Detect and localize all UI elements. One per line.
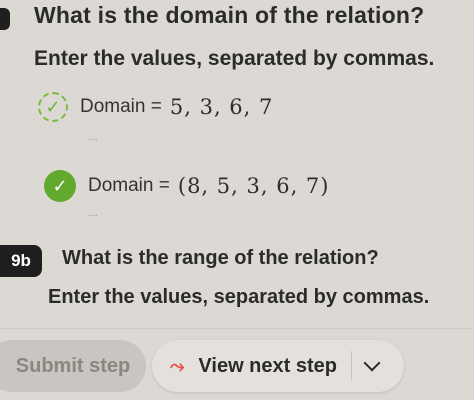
question-instruction: Enter the values, separated by commas. xyxy=(48,286,430,308)
more-options-icon[interactable]: … xyxy=(88,132,99,143)
answer-row-1: ✓ Domain = 5, 3, 6, 7 xyxy=(38,92,273,122)
answer-row-2: ✓ Domain = (8, 5, 3, 6, 7) xyxy=(38,170,329,202)
domain-value: (8, 5, 3, 6, 7) xyxy=(177,174,330,198)
question-instruction: Enter the values, separated by commas. xyxy=(34,47,435,70)
step-badge: 9b xyxy=(0,245,42,277)
view-next-step-button[interactable]: ⤳ View next step xyxy=(152,340,404,392)
domain-value: 5, 3, 6, 7 xyxy=(169,95,274,119)
more-options-icon[interactable]: … xyxy=(88,208,99,219)
submit-step-button[interactable]: Submit step xyxy=(0,340,146,392)
button-separator xyxy=(350,351,352,381)
question-title: What is the range of the relation? xyxy=(62,247,379,269)
step-marker xyxy=(0,8,10,30)
divider xyxy=(0,328,474,329)
view-next-step-label: View next step xyxy=(198,354,337,377)
question-title: What is the domain of the relation? xyxy=(34,2,425,28)
check-circle-icon: ✓ xyxy=(44,170,76,202)
chevron-down-icon[interactable] xyxy=(363,354,381,372)
step-arrow-icon: ⤳ xyxy=(170,355,185,376)
domain-label: Domain = xyxy=(88,175,170,196)
check-dashed-icon: ✓ xyxy=(38,92,68,122)
domain-label: Domain = xyxy=(80,96,162,117)
